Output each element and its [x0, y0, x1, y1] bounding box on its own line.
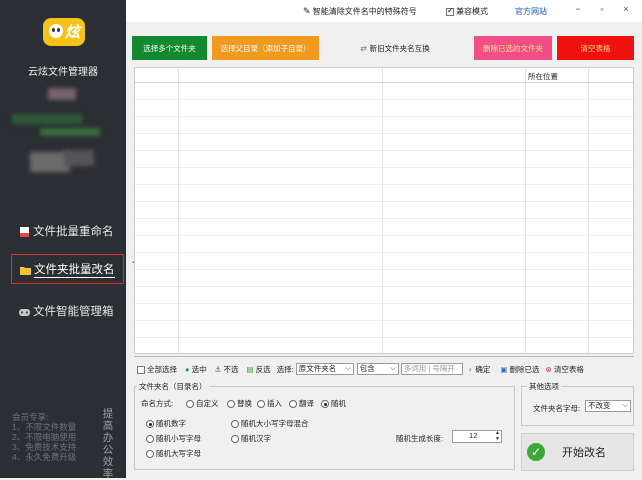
- nav-file-rename[interactable]: 文件批量重命名: [0, 218, 126, 244]
- choose-label: 选择:: [276, 364, 294, 374]
- case-label: 文件夹名字母:: [533, 404, 581, 413]
- minimize-button[interactable]: −: [566, 4, 590, 14]
- delete-selected-button[interactable]: ▣ 删除已选: [500, 364, 539, 375]
- nav-label: 文件夹批量改名: [34, 261, 115, 278]
- other-options-title: 其他选项: [527, 381, 561, 392]
- mode-insert-radio[interactable]: 插入: [257, 398, 282, 409]
- random-lowercase-radio[interactable]: 随机小写字母: [146, 433, 201, 444]
- invert-button[interactable]: ▤ 反选: [246, 364, 270, 375]
- nav-label: 文件批量重命名: [33, 226, 114, 238]
- keywords-input[interactable]: 多词用 | 号隔开: [400, 363, 463, 375]
- start-rename-label: 开始改名: [562, 447, 606, 459]
- app-name: 云炫文件管理器: [28, 67, 98, 78]
- random-uppercase-radio[interactable]: 随机大写字母: [146, 448, 201, 459]
- pen-icon: ✎: [303, 6, 311, 16]
- document-icon: [18, 226, 31, 237]
- chevron-down-icon: ⌵: [622, 402, 628, 409]
- random-mixed-case-radio[interactable]: 随机大小写字母混合: [231, 418, 309, 429]
- field-select[interactable]: 原文件夹名 ⌵: [295, 363, 354, 375]
- start-rename-button[interactable]: ✓ 开始改名: [521, 433, 634, 471]
- mode-random-radio[interactable]: 随机: [321, 398, 346, 409]
- website-link[interactable]: 官方网站: [515, 6, 547, 17]
- deselect-button[interactable]: ⚓ 不选: [215, 364, 239, 375]
- column-location: 所在位置: [528, 72, 558, 81]
- invert-icon: ▤: [246, 364, 254, 374]
- folder-icon: [19, 264, 32, 275]
- special-chars-label: 智能清除文件名中的特殊符号: [312, 7, 417, 16]
- member-benefits: 会员专享: 1、不限文件数量 2、不限电脑使用 3、免费技术支持 4、永久免费升…: [12, 412, 77, 462]
- spinner-arrows-icon: ▲ ▼: [495, 430, 500, 442]
- nav-label: 文件智能管理箱: [33, 306, 114, 318]
- check-circle-icon: ●: [185, 364, 190, 374]
- random-chinese-radio[interactable]: 随机汉字: [231, 433, 271, 444]
- maximize-button[interactable]: ▫: [590, 4, 614, 14]
- swap-icon: ⇄: [360, 43, 367, 53]
- anchor-icon: ⚓: [214, 364, 222, 374]
- clear-icon: ⊗: [545, 364, 552, 374]
- match-select[interactable]: 包含 ⌵: [356, 363, 399, 375]
- select-parent-button[interactable]: 选择父目录（添加子目录）: [212, 36, 319, 60]
- check-icon: ✓: [527, 443, 545, 461]
- eraser-icon: ◐: [468, 364, 474, 374]
- compat-mode-label: 兼容模式: [456, 7, 488, 16]
- delete-icon: ▣: [500, 364, 508, 374]
- compat-mode-checkbox[interactable]: 兼容模式: [446, 6, 488, 17]
- confirm-button[interactable]: ◐ 确定: [469, 364, 491, 375]
- mode-translate-radio[interactable]: 翻译: [289, 398, 314, 409]
- mode-replace-radio[interactable]: 替换: [227, 398, 252, 409]
- chevron-down-icon: ⌵: [345, 365, 351, 372]
- clear-table-button[interactable]: 清空表格: [557, 36, 634, 60]
- nav-folder-rename[interactable]: 文件夹批量改名: [11, 254, 124, 284]
- swap-names-button[interactable]: ⇄ 新旧文件夹名互换: [350, 36, 440, 60]
- blurred-user-info: [48, 88, 76, 100]
- delete-selected-folders-button[interactable]: 删除已选的文件夹: [474, 36, 552, 60]
- clear-table-small-button[interactable]: ⊗ 清空表格: [546, 364, 584, 375]
- naming-group-title: 文件夹名（目录名）: [137, 381, 209, 392]
- nav-smart-box[interactable]: 文件智能管理箱: [0, 298, 126, 324]
- select-folders-button[interactable]: 选择多个文件夹: [132, 36, 207, 60]
- window-controls: − ▫ ×: [566, 4, 638, 14]
- selection-toolbar: 全部选择 ● 选中 ⚓ 不选 ▤ 反选 选择: 原文件夹名 ⌵ 包含 ⌵ 多词用 |…: [134, 362, 639, 376]
- mode-label: 命名方式:: [141, 399, 174, 408]
- app-logo: 炫: [43, 18, 85, 46]
- length-label: 随机生成长度:: [396, 434, 444, 443]
- promo-slogan: 提高办公效率: [102, 408, 114, 480]
- title-bar: ✎ 智能清除文件名中的特殊符号 兼容模式 官方网站 −▫×: [126, 0, 642, 22]
- sidebar: 炫 云炫文件管理器 文件批量重命名 文件夹批量改名 文件智能管理箱 会员专享: …: [0, 0, 126, 480]
- close-button[interactable]: ×: [614, 4, 638, 14]
- mode-custom-radio[interactable]: 自定义: [186, 398, 219, 409]
- case-select[interactable]: 不改变 ⌵: [585, 400, 631, 412]
- length-spinner[interactable]: 12 ▲ ▼: [452, 430, 502, 443]
- select-button[interactable]: ● 选中: [185, 364, 207, 375]
- swap-names-label: 新旧文件夹名互换: [369, 43, 430, 53]
- folder-table[interactable]: 所在位置: [134, 67, 634, 354]
- select-all-checkbox[interactable]: 全部选择: [137, 364, 177, 375]
- special-chars-link[interactable]: ✎ 智能清除文件名中的特殊符号: [303, 6, 417, 17]
- random-digits-radio[interactable]: 随机数字: [146, 418, 186, 429]
- checkbox[interactable]: [446, 6, 454, 16]
- chevron-down-icon: ⌵: [390, 365, 396, 372]
- gamepad-icon: [18, 306, 31, 317]
